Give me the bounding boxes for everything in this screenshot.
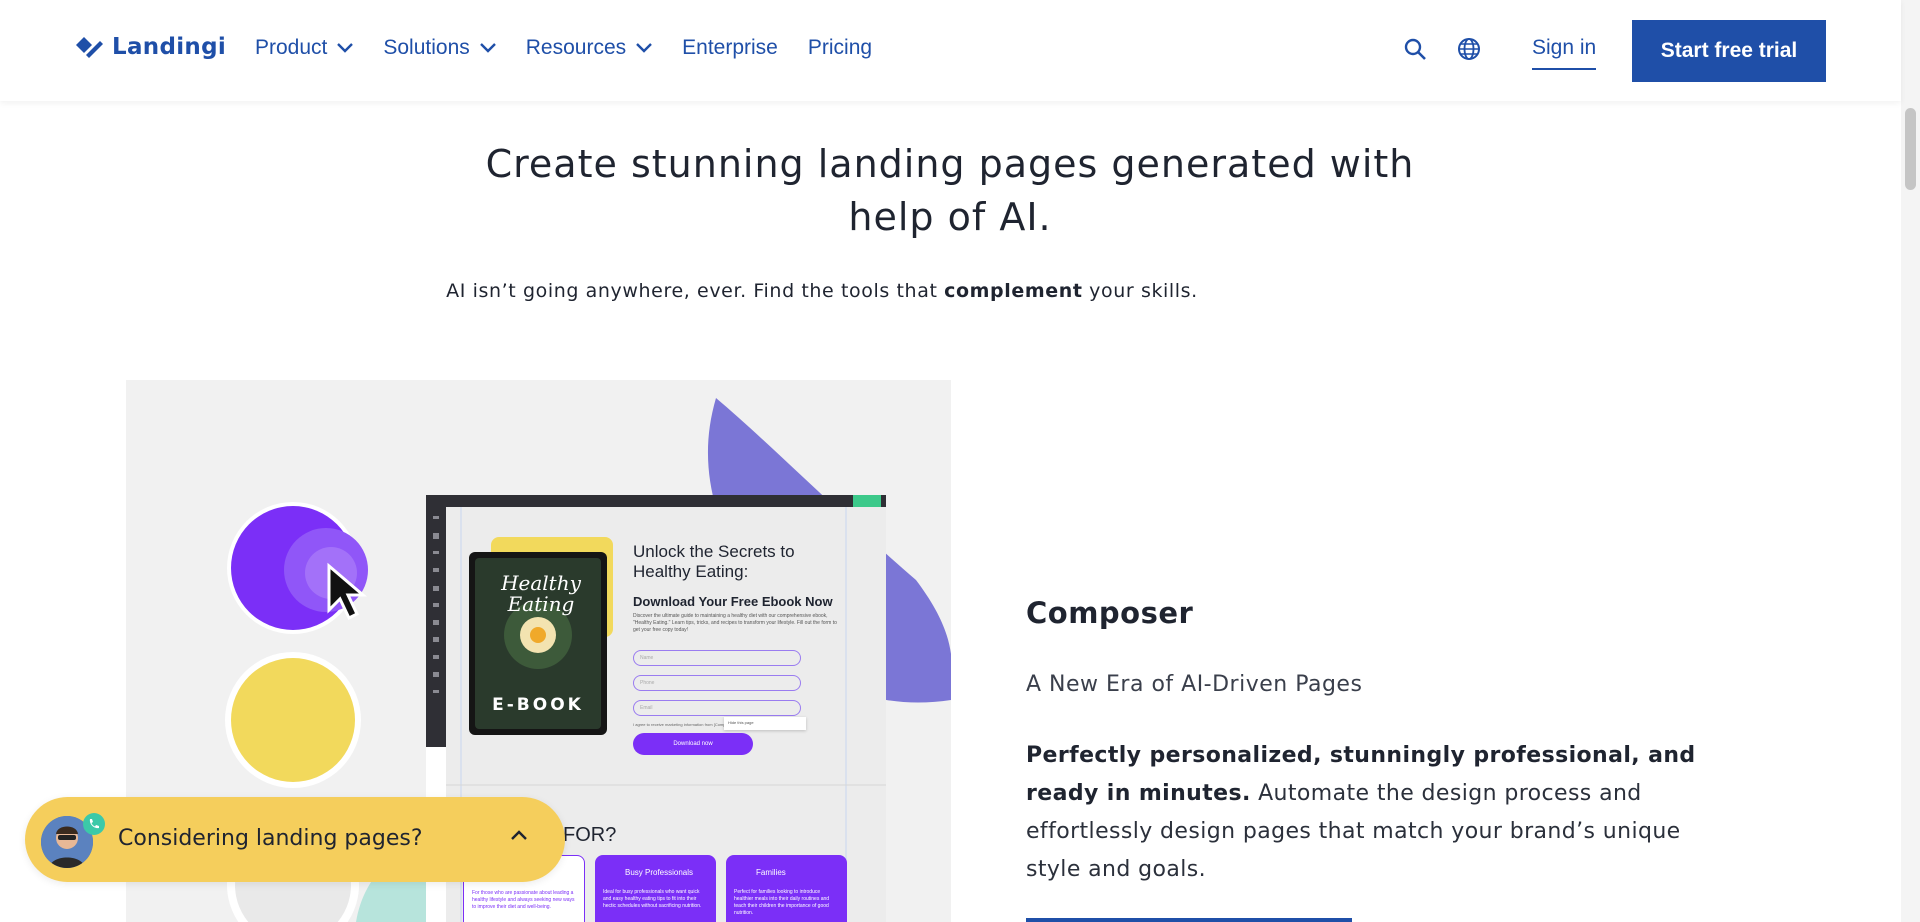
start-free-trial-button[interactable]: Start free trial: [1632, 20, 1826, 82]
main-nav: Product Solutions Resources Enterprise P…: [255, 36, 902, 60]
globe-icon[interactable]: [1457, 37, 1481, 66]
logo-icon: [76, 37, 103, 58]
mockup-card-professionals-text: Ideal for busy professionals who want qu…: [603, 889, 702, 909]
mockup-card-families: Families Perfect for families looking to…: [726, 855, 847, 922]
nav-enterprise[interactable]: Enterprise: [682, 36, 778, 60]
mockup-subheadline: Download Your Free Ebook Now: [633, 594, 833, 609]
mockup-card-families-text: Perfect for families looking to introduc…: [734, 889, 830, 916]
mockup-tooltip: Hide this page: [724, 717, 806, 730]
feature-body: Perfectly personalized, stunningly profe…: [1026, 737, 1706, 889]
nav-product-label: Product: [255, 36, 328, 59]
nav-solutions-label: Solutions: [383, 36, 470, 59]
nav-resources-label: Resources: [525, 36, 627, 59]
ebook-title-line-2: Eating: [507, 592, 575, 616]
hero-subtitle: AI isn’t going anywhere, ever. Find the …: [300, 280, 1344, 302]
chevron-down-icon: [479, 43, 496, 53]
mockup-card-professionals: Busy Professionals Ideal for busy profes…: [595, 855, 716, 922]
nav-product[interactable]: Product: [255, 36, 354, 60]
chat-widget[interactable]: Considering landing pages?: [25, 797, 565, 882]
chevron-up-icon[interactable]: [511, 830, 527, 841]
ebook-yolk: [530, 627, 546, 643]
ebook-label: E-BOOK: [492, 695, 584, 715]
mockup-description: Discover the ultimate guide to maintaini…: [633, 613, 837, 633]
mockup-input-phone: Phone: [633, 675, 801, 691]
logo-text: Landingi: [112, 34, 227, 60]
nav-solutions[interactable]: Solutions: [383, 36, 496, 60]
mockup-input-name: Name: [633, 650, 801, 666]
search-icon[interactable]: [1403, 37, 1427, 66]
mockup-card-families-title: Families: [756, 868, 786, 877]
hero-subtitle-end: your skills.: [1082, 280, 1198, 302]
mockup-download-button: Download now: [633, 733, 753, 755]
mockup-input-email: Email: [633, 700, 801, 716]
landingi-logo[interactable]: Landingi: [74, 34, 226, 60]
feature-link-underline[interactable]: [1026, 918, 1352, 922]
mockup-section-heading: FOR?: [563, 824, 617, 846]
publish-button-mock: [853, 495, 881, 507]
chat-label: Considering landing pages?: [118, 826, 423, 851]
yellow-circle: [231, 658, 355, 782]
feature-subtitle: A New Era of AI-Driven Pages: [1026, 672, 1363, 697]
mockup-headline: Unlock the Secrets to Healthy Eating:: [633, 542, 795, 581]
chevron-down-icon: [337, 43, 354, 53]
chevron-down-icon: [636, 43, 653, 53]
mockup-card-professionals-title: Busy Professionals: [625, 868, 694, 877]
nav-enterprise-label: Enterprise: [682, 36, 778, 59]
nav-pricing-label: Pricing: [807, 36, 873, 59]
nav-resources[interactable]: Resources: [525, 36, 653, 60]
feature-title: Composer: [1026, 596, 1194, 630]
editor-toolbar: [426, 495, 886, 507]
hero-subtitle-start: AI isn’t going anywhere, ever. Find the …: [446, 280, 945, 302]
sign-in-link[interactable]: Sign in: [1532, 36, 1597, 70]
site-header: Landingi Product Solutions Resources Ent…: [0, 0, 1901, 101]
scrollbar-thumb[interactable]: [1905, 108, 1916, 190]
nav-pricing[interactable]: Pricing: [808, 36, 872, 60]
mockup-card-left-text: For those who are passionate about leadi…: [472, 890, 575, 910]
editor-sidebar: [426, 507, 446, 747]
hero-title: Create stunning landing pages generated …: [485, 142, 1415, 239]
hero-subtitle-emphasis: complement: [944, 280, 1083, 302]
phone-icon: [83, 813, 105, 835]
